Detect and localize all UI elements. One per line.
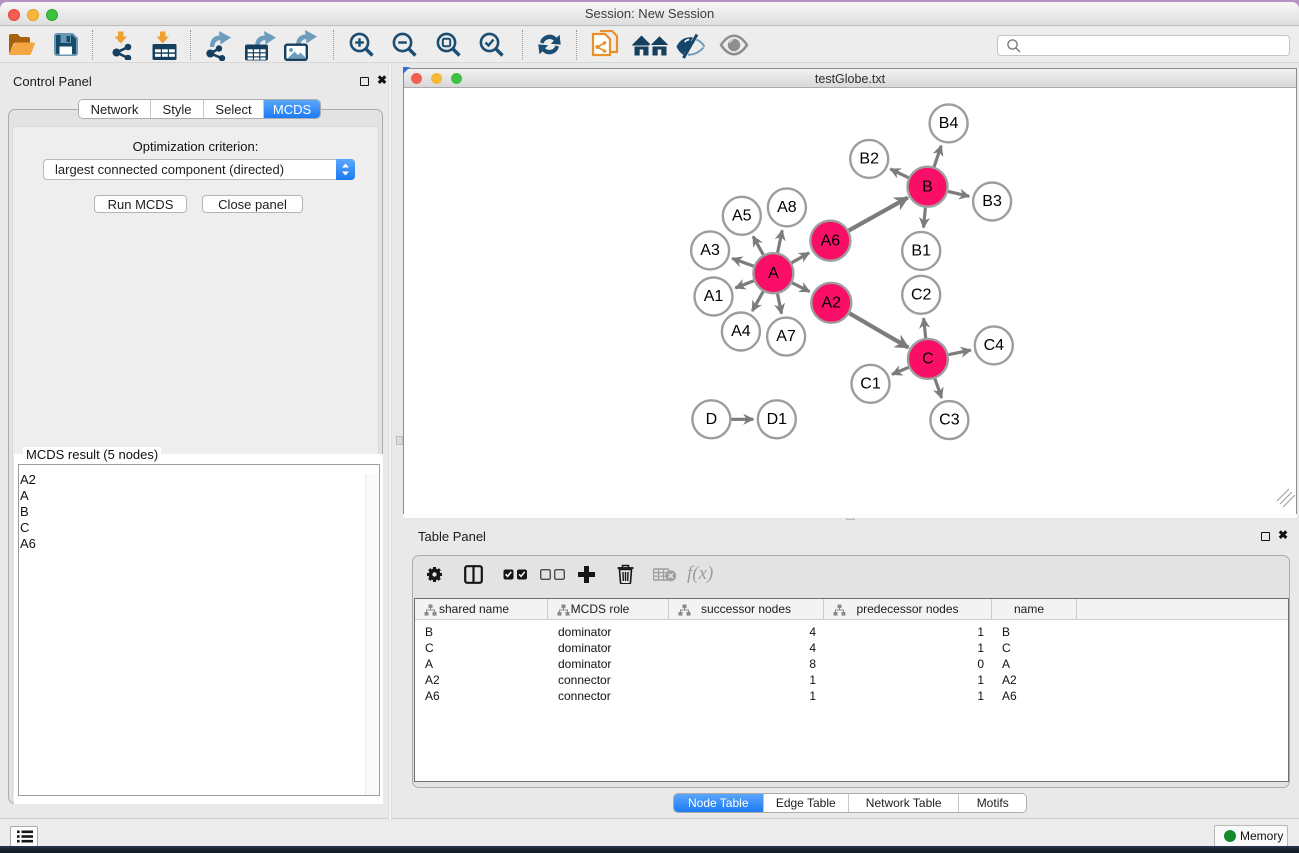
svg-text:A: A bbox=[768, 265, 779, 282]
svg-text:A2: A2 bbox=[822, 294, 842, 311]
svg-text:D1: D1 bbox=[767, 411, 788, 428]
svg-text:A8: A8 bbox=[777, 199, 797, 216]
svg-text:C2: C2 bbox=[911, 286, 932, 303]
svg-text:D: D bbox=[706, 411, 718, 428]
svg-text:A5: A5 bbox=[732, 207, 752, 224]
svg-text:B1: B1 bbox=[911, 243, 931, 260]
svg-text:C1: C1 bbox=[860, 375, 881, 392]
svg-text:A1: A1 bbox=[704, 288, 724, 305]
svg-text:A6: A6 bbox=[821, 232, 841, 249]
svg-text:A4: A4 bbox=[731, 323, 751, 340]
svg-text:A3: A3 bbox=[700, 242, 720, 259]
svg-text:B2: B2 bbox=[859, 151, 879, 168]
svg-text:C3: C3 bbox=[939, 412, 960, 429]
svg-text:C: C bbox=[922, 351, 934, 368]
svg-text:C4: C4 bbox=[984, 337, 1005, 354]
svg-text:A7: A7 bbox=[776, 328, 796, 345]
svg-text:B: B bbox=[922, 178, 933, 195]
svg-text:B4: B4 bbox=[939, 115, 959, 132]
svg-text:B3: B3 bbox=[982, 193, 1002, 210]
